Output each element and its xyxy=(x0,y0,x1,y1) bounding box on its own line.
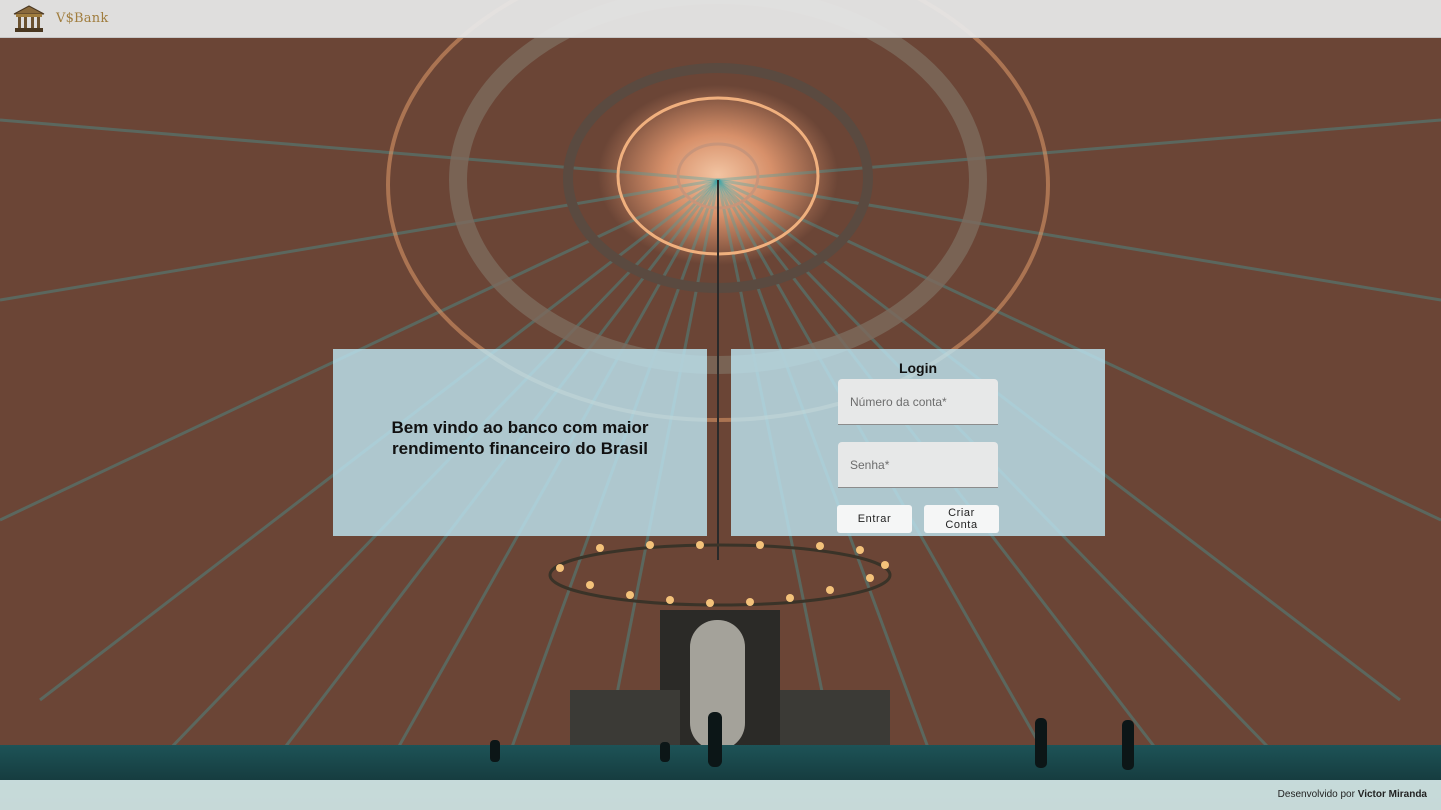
welcome-card: Bem vindo ao banco com maior rendimento … xyxy=(333,349,707,536)
login-title: Login xyxy=(898,360,938,376)
logo[interactable]: V$Bank xyxy=(13,4,109,33)
account-number-field[interactable] xyxy=(838,379,998,425)
login-card: Login Entrar Criar Conta xyxy=(731,349,1105,536)
brand-name: V$Bank xyxy=(56,11,109,26)
footer-credit: Desenvolvido por Victor Miranda xyxy=(1278,789,1427,800)
top-navbar: V$Bank xyxy=(0,0,1441,38)
password-field[interactable] xyxy=(838,442,998,488)
background-photo xyxy=(0,0,1441,810)
enter-button[interactable]: Entrar xyxy=(837,505,912,533)
create-account-button[interactable]: Criar Conta xyxy=(924,505,999,533)
footer: Desenvolvido por Victor Miranda xyxy=(0,780,1441,810)
footer-author: Victor Miranda xyxy=(1357,789,1427,800)
footer-prefix: Desenvolvido por xyxy=(1277,789,1355,800)
dome-illustration xyxy=(0,0,1441,810)
welcome-message: Bem vindo ao banco com maior rendimento … xyxy=(391,418,649,458)
bank-building-icon xyxy=(13,4,45,32)
